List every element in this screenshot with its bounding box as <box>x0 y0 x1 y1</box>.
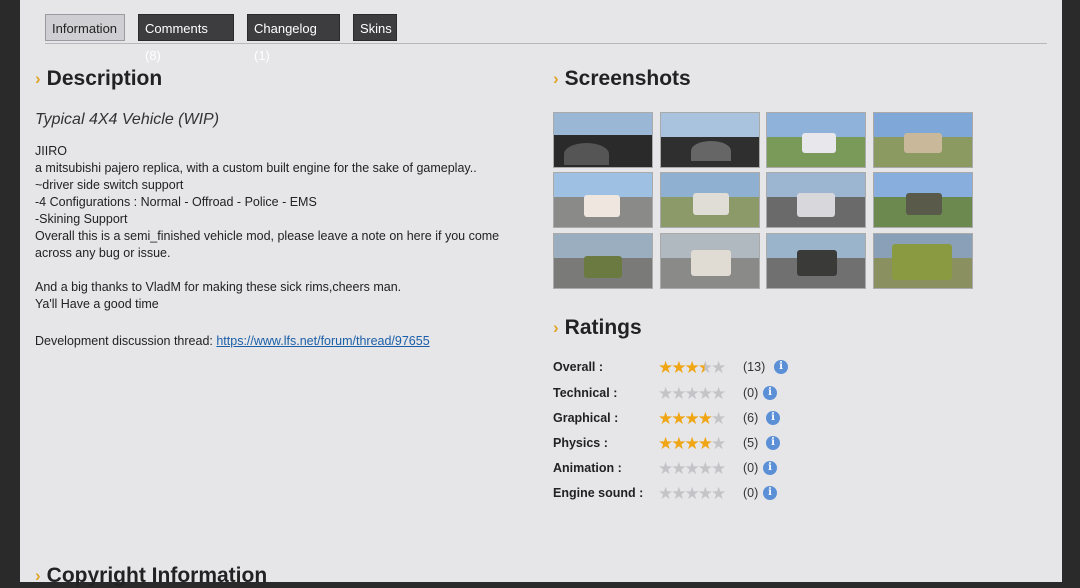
screenshot-thumbnail[interactable] <box>766 112 866 168</box>
description-line: JIIRO <box>35 144 67 158</box>
rating-row-engine-sound: Engine sound : ★★★★★ (0) i <box>553 484 813 504</box>
star-icon: ★ <box>711 384 726 403</box>
chevron-right-icon: › <box>553 318 559 337</box>
star-icon: ★ <box>684 384 700 403</box>
chevron-right-icon: › <box>35 566 41 585</box>
star-icon: ★ <box>671 409 686 428</box>
thanks-line: Ya'll Have a good time <box>35 297 159 311</box>
info-icon[interactable]: i <box>774 360 788 374</box>
ratings-heading: › Ratings <box>553 316 642 339</box>
star-icon: ★ <box>711 484 726 503</box>
screenshots-heading: › Screenshots <box>553 67 691 90</box>
star-icon: ★ <box>711 358 726 377</box>
description-line: ~driver side switch support <box>35 178 184 192</box>
star-icon: ★ <box>684 484 700 503</box>
screenshot-thumbnail[interactable] <box>553 112 653 168</box>
star-icon: ★ <box>671 484 686 503</box>
star-icon: ★ <box>671 459 686 478</box>
description-line: Overall this is a semi_finished vehicle … <box>35 229 500 260</box>
star-icon: ★ <box>658 434 673 453</box>
dev-thread-link[interactable]: https://www.lfs.net/forum/thread/97655 <box>216 334 429 348</box>
info-icon[interactable]: i <box>766 436 780 450</box>
screenshot-thumbnail[interactable] <box>553 172 653 228</box>
star-icon: ★ <box>684 358 700 377</box>
screenshot-thumbnail[interactable] <box>766 172 866 228</box>
star-icon: ★ <box>658 459 673 478</box>
star-rating[interactable]: ★★★★★ <box>658 358 726 378</box>
thanks-line: And a big thanks to VladM for making the… <box>35 280 402 294</box>
star-icon: ★ <box>658 358 673 377</box>
rating-row-graphical: Graphical : ★★★★★ (6) i <box>553 409 813 429</box>
info-icon[interactable]: i <box>766 411 780 425</box>
copyright-heading: › Copyright Information <box>35 564 268 587</box>
tab-changelog[interactable]: Changelog (1) <box>247 14 340 63</box>
star-icon: ★ <box>697 434 713 453</box>
star-icon: ★ <box>711 459 726 478</box>
star-icon: ★ <box>711 434 726 453</box>
tab-bar: Information Comments (8) Changelog (1) S… <box>45 14 1047 63</box>
star-icon: ★ <box>671 384 686 403</box>
rating-row-technical: Technical : ★★★★★ (0) i <box>553 384 813 404</box>
description-line: -4 Configurations : Normal - Offroad - P… <box>35 195 317 209</box>
info-icon[interactable]: i <box>763 486 777 500</box>
screenshot-thumbnail[interactable] <box>660 233 760 289</box>
tab-skins[interactable]: Skins <box>353 14 397 41</box>
dev-thread-line: Development discussion thread: https://w… <box>35 334 430 348</box>
screenshot-thumbnail[interactable] <box>873 233 973 289</box>
screenshot-thumbnail[interactable] <box>766 233 866 289</box>
rating-row-animation: Animation : ★★★★★ (0) i <box>553 459 813 479</box>
description-heading: › Description <box>35 67 163 90</box>
description-line: a mitsubishi pajero replica, with a cust… <box>35 161 477 175</box>
star-rating[interactable]: ★★★★★ <box>658 434 726 454</box>
rating-row-physics: Physics : ★★★★★ (5) i <box>553 434 813 454</box>
star-icon: ★ <box>697 484 713 503</box>
chevron-right-icon: › <box>553 69 559 88</box>
tab-comments[interactable]: Comments (8) <box>138 14 234 63</box>
description-subtitle: Typical 4X4 Vehicle (WIP) <box>35 111 220 128</box>
screenshot-thumbnail[interactable] <box>660 112 760 168</box>
star-icon: ★ <box>697 384 713 403</box>
screenshot-thumbnail[interactable] <box>873 172 973 228</box>
star-icon: ★ <box>684 459 700 478</box>
star-icon: ★ <box>697 358 713 377</box>
screenshot-thumbnail[interactable] <box>660 172 760 228</box>
info-icon[interactable]: i <box>763 461 777 475</box>
content-panel: Information Comments (8) Changelog (1) S… <box>20 0 1062 587</box>
screenshot-thumbnail[interactable] <box>553 233 653 289</box>
star-icon: ★ <box>697 409 713 428</box>
description-body: JIIRO a mitsubishi pajero replica, with … <box>35 143 525 350</box>
star-icon: ★ <box>671 434 686 453</box>
star-rating[interactable]: ★★★★★ <box>658 484 726 504</box>
star-icon: ★ <box>658 484 673 503</box>
tab-information[interactable]: Information <box>45 14 125 41</box>
star-icon: ★ <box>658 384 673 403</box>
star-rating[interactable]: ★★★★★ <box>658 459 726 479</box>
star-icon: ★ <box>684 434 700 453</box>
description-line: -Skining Support <box>35 212 128 226</box>
star-rating[interactable]: ★★★★★ <box>658 409 726 429</box>
star-icon: ★ <box>684 409 700 428</box>
chevron-right-icon: › <box>35 69 41 88</box>
screenshot-thumbnail[interactable] <box>873 112 973 168</box>
info-icon[interactable]: i <box>763 386 777 400</box>
star-icon: ★ <box>658 409 673 428</box>
star-icon: ★ <box>697 459 713 478</box>
star-icon: ★ <box>671 358 686 377</box>
star-icon: ★ <box>711 409 726 428</box>
rating-row-overall: Overall : ★★★★★ (13) i <box>553 358 813 378</box>
star-rating[interactable]: ★★★★★ <box>658 384 726 404</box>
